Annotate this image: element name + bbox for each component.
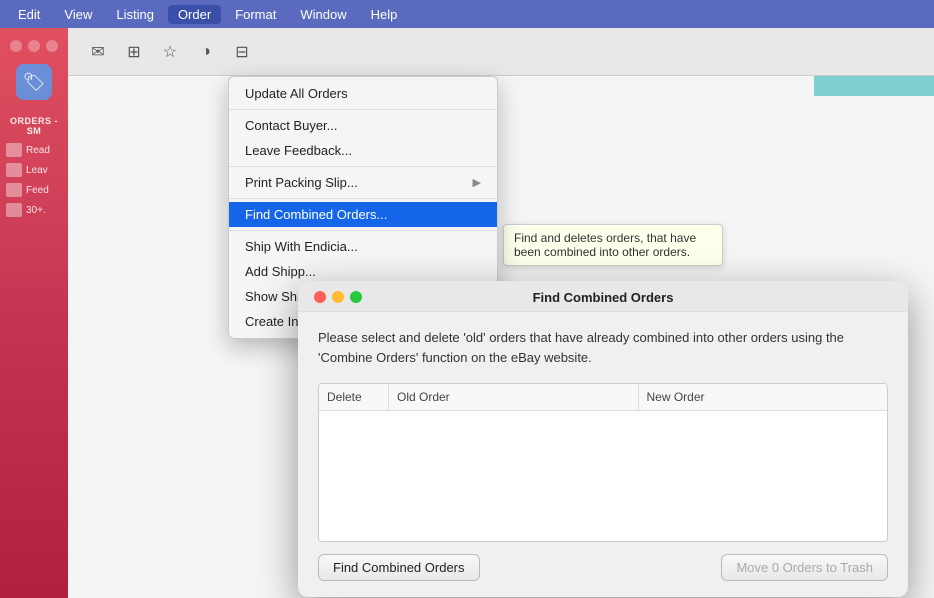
menu-divider-2 — [229, 166, 497, 167]
toolbar: ✉ ⊞ ☆ ◑ ⊟ — [68, 28, 934, 76]
row-icon-30 — [6, 203, 22, 217]
modal-close-button[interactable] — [314, 291, 326, 303]
print-packing-arrow: ▶ — [473, 176, 481, 189]
toolbar-envelope-icon[interactable]: ✉ — [84, 38, 112, 66]
modal-titlebar: Find Combined Orders — [298, 281, 908, 312]
move-orders-to-trash-button[interactable]: Move 0 Orders to Trash — [721, 554, 888, 581]
menu-edit[interactable]: Edit — [8, 5, 50, 24]
sidebar-tag-icon: 🏷 — [16, 64, 52, 100]
main-content: ✉ ⊞ ☆ ◑ ⊟ Update All Orders Contact Buye… — [68, 28, 934, 598]
col-new-order-header: New Order — [639, 384, 888, 410]
row-icon-read — [6, 143, 22, 157]
sidebar-label-feed: Feed — [26, 185, 49, 196]
modal-title: Find Combined Orders — [533, 290, 674, 305]
modal-minimize-button[interactable] — [332, 291, 344, 303]
modal-description: Please select and delete 'old' orders th… — [318, 328, 888, 367]
sidebar-dots — [10, 40, 58, 52]
sidebar-item-leave[interactable]: Leav — [0, 160, 68, 180]
row-icon-leave — [6, 163, 22, 177]
sidebar-label-leave: Leav — [26, 165, 48, 176]
tooltip: Find and deletes orders, that have been … — [503, 224, 723, 266]
content-area: Update All Orders Contact Buyer... Leave… — [68, 76, 934, 598]
menu-help[interactable]: Help — [361, 5, 408, 24]
tooltip-text: Find and deletes orders, that have been … — [514, 231, 696, 259]
print-packing-label: Print Packing Slip... — [245, 175, 358, 190]
menu-update-all-orders[interactable]: Update All Orders — [229, 81, 497, 106]
sidebar-item-feed[interactable]: Feed — [0, 180, 68, 200]
sidebar-label-read: Read — [26, 145, 50, 156]
menu-divider-3 — [229, 198, 497, 199]
row-icon-feed — [6, 183, 22, 197]
toolbar-list-icon[interactable]: ⊞ — [120, 38, 148, 66]
dot1 — [10, 40, 22, 52]
toolbar-toggle-icon[interactable]: ◑ — [192, 38, 220, 66]
col-old-order-header: Old Order — [389, 384, 639, 410]
menu-view[interactable]: View — [54, 5, 102, 24]
find-combined-orders-button[interactable]: Find Combined Orders — [318, 554, 480, 581]
sidebar-section-label: ORDERS - SM — [0, 116, 68, 136]
modal-body: Please select and delete 'old' orders th… — [298, 312, 908, 542]
menubar: Edit View Listing Order Format Window He… — [0, 0, 934, 28]
menu-listing[interactable]: Listing — [106, 5, 164, 24]
teal-strip — [814, 76, 934, 96]
toolbar-grid-icon[interactable]: ⊟ — [228, 38, 256, 66]
sidebar-label-30: 30+. — [26, 205, 46, 216]
modal-zoom-button[interactable] — [350, 291, 362, 303]
modal-table-header: Delete Old Order New Order — [319, 384, 887, 411]
menu-window[interactable]: Window — [290, 5, 356, 24]
sidebar-item-read[interactable]: Read — [0, 140, 68, 160]
modal-table: Delete Old Order New Order — [318, 383, 888, 542]
menu-divider-4 — [229, 230, 497, 231]
menu-divider-1 — [229, 109, 497, 110]
menu-contact-buyer[interactable]: Contact Buyer... — [229, 113, 497, 138]
modal-footer: Find Combined Orders Move 0 Orders to Tr… — [298, 542, 908, 597]
menu-format[interactable]: Format — [225, 5, 286, 24]
menu-find-combined-orders[interactable]: Find Combined Orders... — [229, 202, 497, 227]
menu-order[interactable]: Order — [168, 5, 221, 24]
col-delete-header: Delete — [319, 384, 389, 410]
sidebar-item-30[interactable]: 30+. — [0, 200, 68, 220]
sidebar: 🏷 ORDERS - SM Read Leav Feed 30+. — [0, 28, 68, 598]
modal-table-body — [319, 411, 887, 541]
menu-leave-feedback[interactable]: Leave Feedback... — [229, 138, 497, 163]
menu-ship-endicia[interactable]: Ship With Endicia... — [229, 234, 497, 259]
find-combined-orders-modal: Find Combined Orders Please select and d… — [298, 281, 908, 597]
dot2 — [28, 40, 40, 52]
menu-print-packing-slip[interactable]: Print Packing Slip... ▶ — [229, 170, 497, 195]
dot3 — [46, 40, 58, 52]
toolbar-star-icon[interactable]: ☆ — [156, 38, 184, 66]
app-window: 🏷 ORDERS - SM Read Leav Feed 30+. ✉ ⊞ ☆ … — [0, 28, 934, 598]
